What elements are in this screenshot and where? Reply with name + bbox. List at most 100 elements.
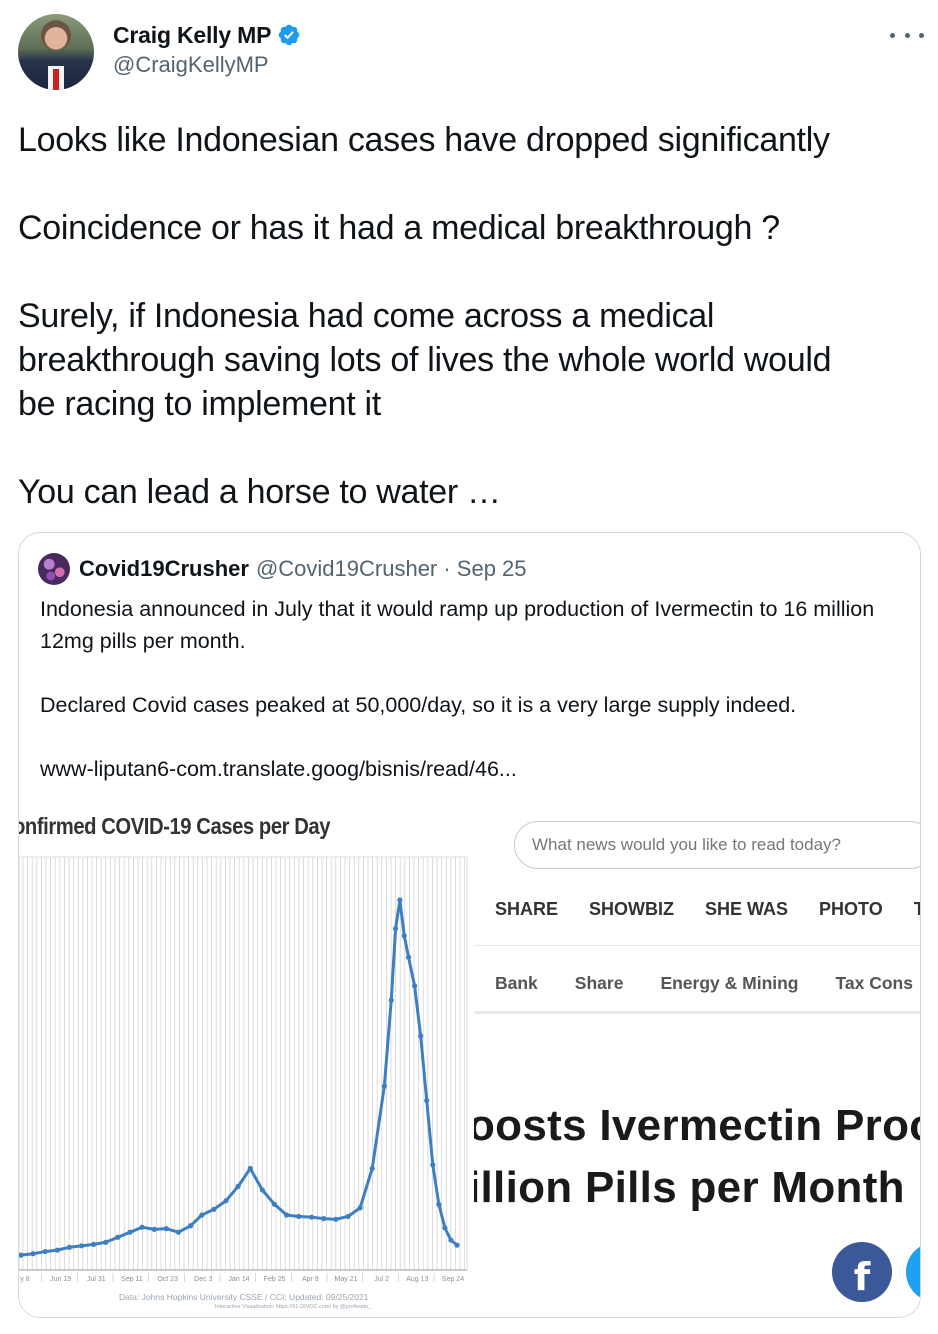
news-subnav-item[interactable]: Energy & Mining bbox=[660, 973, 798, 994]
more-dot bbox=[904, 32, 910, 38]
chart-point bbox=[333, 1216, 339, 1222]
chart-point bbox=[345, 1213, 351, 1220]
chart-x-tick-label: Apr 9 bbox=[302, 1276, 319, 1283]
chart-point bbox=[271, 1201, 278, 1207]
chart-point bbox=[127, 1229, 133, 1235]
chart-point bbox=[309, 1214, 315, 1220]
chart-point bbox=[405, 954, 412, 960]
chart-point bbox=[259, 1187, 265, 1193]
chart-point bbox=[235, 1183, 241, 1189]
chart-x-tick-label: y 8 bbox=[20, 1276, 29, 1283]
tweet-paragraph: Looks like Indonesian cases have dropped… bbox=[18, 121, 830, 159]
chart-point bbox=[175, 1229, 182, 1235]
quoted-author-avatar[interactable] bbox=[38, 553, 70, 585]
headline-line-2: illion Pills per Month bbox=[474, 1163, 905, 1212]
author-name[interactable]: Craig Kelly MP bbox=[113, 22, 271, 49]
chart-point bbox=[448, 1237, 454, 1243]
news-subnav-item[interactable]: Bank bbox=[495, 973, 538, 994]
news-nav-item[interactable]: SHOWBIZ bbox=[589, 899, 674, 920]
chart-point bbox=[424, 1097, 430, 1104]
author-avatar[interactable] bbox=[18, 14, 94, 90]
chart-point bbox=[321, 1216, 327, 1222]
chart-point bbox=[223, 1198, 229, 1204]
chart-x-tick-label: Aug 13 bbox=[406, 1276, 428, 1283]
chart-x-tick-label: Jun 19 bbox=[50, 1276, 71, 1283]
chart-image[interactable]: onfirmed COVID-19 Cases per Day y 8 Jun 1… bbox=[19, 795, 471, 1317]
chart-point bbox=[369, 1165, 375, 1172]
tweet-paragraph: Coincidence or has it had a medical brea… bbox=[18, 209, 780, 247]
tweet-paragraph: You can lead a horse to water … bbox=[18, 473, 501, 511]
avatar-tie bbox=[53, 69, 59, 90]
chart-x-tick-label: Oct 23 bbox=[157, 1276, 178, 1283]
chart-point bbox=[54, 1247, 60, 1253]
chart-point bbox=[357, 1205, 363, 1211]
quoted-media[interactable]: onfirmed COVID-19 Cases per Day y 8 Jun 1… bbox=[19, 795, 921, 1317]
chart-point bbox=[418, 1033, 424, 1039]
chart-x-tick-label: May 21 bbox=[335, 1276, 358, 1283]
quoted-tweet-header: Covid19Crusher @Covid19Crusher · Sep 25 bbox=[38, 553, 527, 585]
news-article-image[interactable]: What news would you like to read today? … bbox=[474, 795, 921, 1317]
news-subnav-item[interactable]: Tax Cons bbox=[836, 973, 913, 994]
more-dot bbox=[890, 32, 895, 38]
news-subnav: Bank Share Energy & Mining Tax Cons bbox=[495, 973, 913, 994]
more-options-icon[interactable] bbox=[890, 20, 924, 50]
quoted-paragraph: Indonesia announced in July that it woul… bbox=[40, 597, 875, 653]
cases-line-chart: y 8 Jun 19 Jul 31 Sep 11 Oct 23 Dec 3 Jan 14 Fe… bbox=[19, 856, 468, 1283]
chart-point bbox=[151, 1226, 157, 1232]
chart-point bbox=[454, 1242, 460, 1248]
chart-point bbox=[78, 1243, 85, 1249]
chart-point bbox=[388, 997, 394, 1003]
chart-x-ticks: y 8 Jun 19 Jul 31 Sep 11 Oct 23 Dec 3 Jan 14 Fe… bbox=[20, 1273, 464, 1283]
chart-x-tick-label: Dec 3 bbox=[194, 1276, 212, 1283]
news-subnav-item[interactable]: Share bbox=[575, 973, 624, 994]
chart-point bbox=[430, 1162, 436, 1168]
quoted-tweet-card[interactable]: Covid19Crusher @Covid19Crusher · Sep 25 … bbox=[18, 532, 921, 1318]
chart-point bbox=[187, 1223, 194, 1229]
twitter-share-icon[interactable] bbox=[906, 1242, 920, 1302]
chart-x-tick-label: Jan 14 bbox=[228, 1276, 249, 1283]
quoted-author-handle-date[interactable]: @Covid19Crusher · Sep 25 bbox=[256, 556, 527, 582]
chart-credit: Interactive Visualization: https://91-DI… bbox=[215, 1304, 372, 1310]
chart-point bbox=[115, 1234, 121, 1240]
verified-badge-icon bbox=[279, 24, 300, 46]
chart-point bbox=[247, 1165, 253, 1172]
tweet-text: Looks like Indonesian cases have dropped… bbox=[18, 118, 928, 514]
author-name-row: Craig Kelly MP bbox=[113, 21, 301, 49]
quoted-author-name[interactable]: Covid19Crusher bbox=[79, 556, 249, 582]
chart-x-tick-label: Sep 24 bbox=[442, 1276, 464, 1283]
quoted-tweet-text: Indonesia announced in July that it woul… bbox=[40, 593, 910, 785]
chart-point bbox=[401, 933, 407, 939]
chart-point bbox=[211, 1206, 217, 1212]
chart-point bbox=[163, 1226, 169, 1232]
news-nav: SHARE SHOWBIZ SHE WAS PHOTO T bbox=[495, 899, 920, 920]
quoted-paragraph: Declared Covid cases peaked at 50,000/da… bbox=[40, 693, 797, 717]
chart-x-tick-label: Jul 31 bbox=[87, 1276, 106, 1283]
headline-line-1: oosts Ivermectin Proc bbox=[474, 1101, 921, 1150]
chart-point bbox=[296, 1213, 302, 1220]
chart-x-tick-label: Jul 2 bbox=[374, 1276, 389, 1283]
news-nav-item[interactable]: SHE WAS bbox=[705, 899, 788, 920]
chart-grid bbox=[19, 856, 468, 1271]
chart-point bbox=[442, 1225, 448, 1231]
chart-source: Data: Johns Hopkins University CSSE / CC… bbox=[119, 1292, 369, 1302]
author-handle[interactable]: @CraigKellyMP bbox=[113, 52, 269, 78]
news-search-bar[interactable]: What news would you like to read today? bbox=[514, 821, 920, 869]
chart-point bbox=[103, 1239, 109, 1245]
chart-point bbox=[436, 1201, 442, 1207]
chart-point bbox=[66, 1244, 73, 1250]
chart-point bbox=[381, 1083, 387, 1089]
news-nav-item[interactable]: SHARE bbox=[495, 899, 558, 920]
chart-point bbox=[283, 1212, 290, 1218]
chart-point bbox=[397, 897, 403, 903]
news-divider bbox=[474, 945, 920, 946]
news-nav-item[interactable]: T bbox=[914, 899, 920, 920]
news-headline: oosts Ivermectin Proc illion Pills per M… bbox=[474, 1095, 921, 1219]
news-nav-item[interactable]: PHOTO bbox=[819, 899, 883, 920]
quoted-link[interactable]: www-liputan6-com.translate.goog/bisnis/r… bbox=[40, 753, 910, 785]
chart-frame bbox=[19, 856, 468, 1271]
chart-point bbox=[91, 1241, 97, 1247]
chart-point bbox=[30, 1251, 36, 1257]
chart-point bbox=[392, 926, 399, 932]
chart-x-tick-label: Sep 11 bbox=[121, 1276, 143, 1283]
facebook-share-icon[interactable]: f bbox=[832, 1242, 892, 1302]
